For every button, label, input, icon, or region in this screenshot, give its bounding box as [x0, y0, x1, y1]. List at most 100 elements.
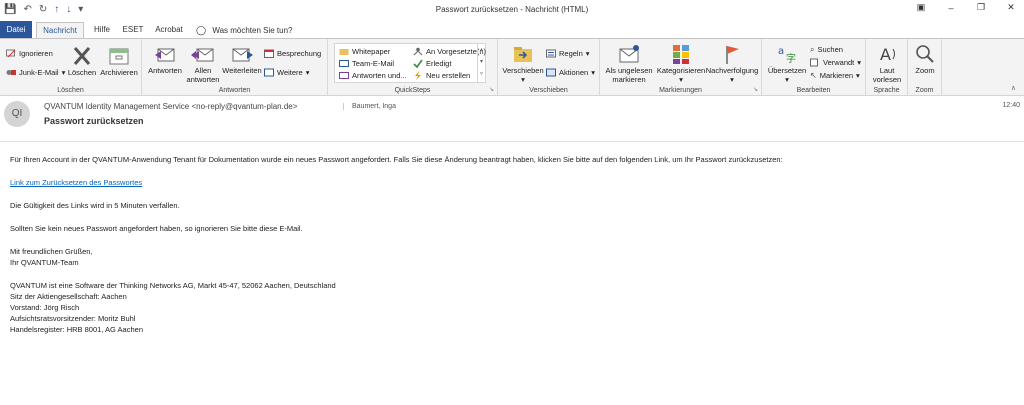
calendar-icon: [264, 49, 274, 58]
quickstep-reply-delete-label: Antworten und...: [352, 71, 407, 80]
actions-button[interactable]: Aktionen ▾: [546, 67, 595, 78]
junk-label: Junk-E-Mail: [19, 68, 59, 77]
follow-up-button[interactable]: Nachverfolgung ▾: [706, 43, 758, 84]
tab-help[interactable]: Hilfe: [88, 22, 116, 38]
reply-all-label-2: antworten: [186, 75, 220, 84]
tab-file[interactable]: Datei: [0, 21, 32, 38]
message-subject: Passwort zurücksetzen: [44, 116, 144, 126]
quickstep-whitepaper-label: Whitepaper: [352, 47, 391, 56]
archive-label: Archivieren: [100, 68, 138, 77]
lightning-icon: [415, 71, 421, 80]
footer-line: QVANTUM ist eine Software der Thinking N…: [10, 281, 336, 290]
find-label: Suchen: [817, 45, 843, 54]
quickstep-reply-delete[interactable]: Antworten und...: [339, 70, 407, 81]
reply-all-button[interactable]: Allen antworten: [186, 43, 220, 84]
find-button[interactable]: ⌕ Suchen: [810, 44, 843, 55]
translate-icon: a字: [778, 46, 796, 65]
quicksteps-gallery: Whitepaper Team-E-Mail Antworten und... …: [334, 43, 486, 83]
move-button[interactable]: Verschieben ▾: [502, 43, 544, 84]
restore-icon[interactable]: ❐: [974, 2, 988, 13]
rules-button[interactable]: Regeln ▾: [546, 48, 590, 59]
quickstep-done[interactable]: Erledigt: [413, 58, 451, 69]
related-label: Verwandt: [823, 58, 855, 67]
move-folder-icon: [514, 47, 532, 62]
chevron-down-icon: ▾: [61, 68, 66, 77]
forward-label: Weiterleiten: [222, 66, 262, 75]
group-editing-label: Bearbeiten: [796, 87, 831, 94]
svg-text:a: a: [778, 46, 784, 57]
read-aloud-icon: A: [880, 45, 895, 64]
follow-up-label: Nachverfolgung: [705, 66, 759, 75]
rules-label: Regeln: [559, 49, 583, 58]
reply-icon: [155, 48, 175, 62]
message-body: Für Ihren Account in der QVANTUM-Anwendu…: [10, 154, 1010, 335]
quicksteps-scroll[interactable]: ▴ ▾ ▿: [477, 44, 485, 82]
group-zoom: Zoom Zoom: [908, 39, 942, 96]
select-button[interactable]: ↖ Markieren ▾: [810, 70, 860, 81]
zoom-button[interactable]: Zoom: [910, 43, 940, 75]
chevron-down-icon: ▾: [591, 68, 595, 77]
window-title: Passwort zurücksetzen - Nachricht (HTML): [435, 5, 589, 14]
ignore-label: Ignorieren: [19, 49, 53, 58]
related-icon: [810, 58, 818, 67]
related-button[interactable]: Verwandt ▾: [810, 57, 861, 68]
chevron-down-icon: ▾: [857, 58, 862, 67]
forward-button[interactable]: Weiterleiten: [222, 43, 262, 75]
chevron-down-icon: ▾: [521, 75, 525, 84]
junk-email-button[interactable]: Junk-E-Mail ▾: [6, 67, 65, 78]
folder-icon: [339, 49, 349, 55]
title-bar: 💾 ↶ ↻ ↑ ↓ ▾ Passwort zurücksetzen - Nach…: [0, 0, 1024, 20]
chevron-down-icon: ▾: [785, 75, 789, 84]
search-icon: ⌕: [810, 44, 815, 54]
minimize-icon[interactable]: –: [944, 3, 958, 13]
read-aloud-button[interactable]: A Laut vorlesen: [868, 43, 906, 84]
quickstep-create-new[interactable]: Neu erstellen: [413, 70, 470, 81]
archive-button[interactable]: Archivieren: [99, 45, 139, 77]
magnifier-icon: [916, 45, 934, 63]
translate-button[interactable]: a字 Übersetzen ▾: [764, 43, 810, 84]
quickstep-to-manager[interactable]: An Vorgesetzte(n): [413, 46, 486, 57]
group-speech: A Laut vorlesen Sprache: [866, 39, 908, 96]
more-respond-button[interactable]: Weitere ▾: [264, 67, 309, 78]
group-quicksteps-label: QuickSteps: [394, 87, 431, 94]
ribbon-display-options-icon[interactable]: ▣: [914, 2, 928, 13]
reset-password-link[interactable]: Link zum Zurücksetzen des Passwortes: [10, 178, 142, 187]
avatar[interactable]: QI: [4, 101, 30, 127]
chevron-down-icon: ▾: [679, 75, 683, 84]
reply-all-label-1: Allen: [194, 66, 212, 75]
message-header: QI QVANTUM Identity Management Service <…: [0, 97, 1024, 135]
tab-eset[interactable]: ESET: [120, 22, 146, 38]
checkmark-icon: [413, 59, 423, 68]
categorize-button[interactable]: Kategorisieren ▾: [656, 43, 706, 84]
ignore-icon: [6, 49, 16, 58]
collapse-ribbon-icon[interactable]: ∧: [1011, 84, 1016, 92]
close-icon[interactable]: ✕: [1004, 2, 1018, 13]
actions-label: Aktionen: [559, 68, 589, 77]
dialog-launcher-icon[interactable]: ↘: [753, 86, 758, 93]
group-delete: Ignorieren Junk-E-Mail ▾ Löschen Archivi…: [0, 39, 142, 96]
ignore-button[interactable]: Ignorieren: [6, 48, 53, 59]
footer-line: Vorstand: Jörg Risch: [10, 303, 80, 312]
sender[interactable]: QVANTUM Identity Management Service <no-…: [44, 102, 297, 111]
quickstep-team-email[interactable]: Team-E-Mail: [339, 58, 394, 69]
tab-message[interactable]: Nachricht: [36, 22, 84, 38]
reply-button[interactable]: Antworten: [146, 43, 184, 75]
read-aloud-label-1: Laut: [879, 66, 895, 75]
flag-icon: [726, 46, 739, 64]
delete-button[interactable]: Löschen: [66, 45, 98, 77]
greeting: Mit freundlichen Grüßen,: [10, 247, 93, 256]
group-zoom-label: Zoom: [915, 87, 934, 94]
meeting-button[interactable]: Besprechung: [264, 48, 321, 59]
quickstep-team-email-label: Team-E-Mail: [352, 59, 395, 68]
mark-unread-button[interactable]: Als ungelesen markieren: [604, 43, 654, 84]
tell-me-search[interactable]: ◯ Was möchten Sie tun?: [196, 22, 306, 38]
chevron-down-icon: ▾: [856, 71, 860, 80]
tab-acrobat[interactable]: Acrobat: [150, 22, 188, 38]
dialog-launcher-icon[interactable]: ↘: [489, 86, 494, 93]
forward-icon: [232, 48, 253, 62]
quickstep-whitepaper[interactable]: Whitepaper: [339, 46, 390, 57]
recipient[interactable]: Baumert, Inga: [343, 103, 396, 110]
group-move: Verschieben ▾ Regeln ▾ Aktionen ▾ Versch…: [498, 39, 600, 96]
team-email-icon: [339, 60, 349, 67]
more-label: Weitere: [277, 68, 303, 77]
